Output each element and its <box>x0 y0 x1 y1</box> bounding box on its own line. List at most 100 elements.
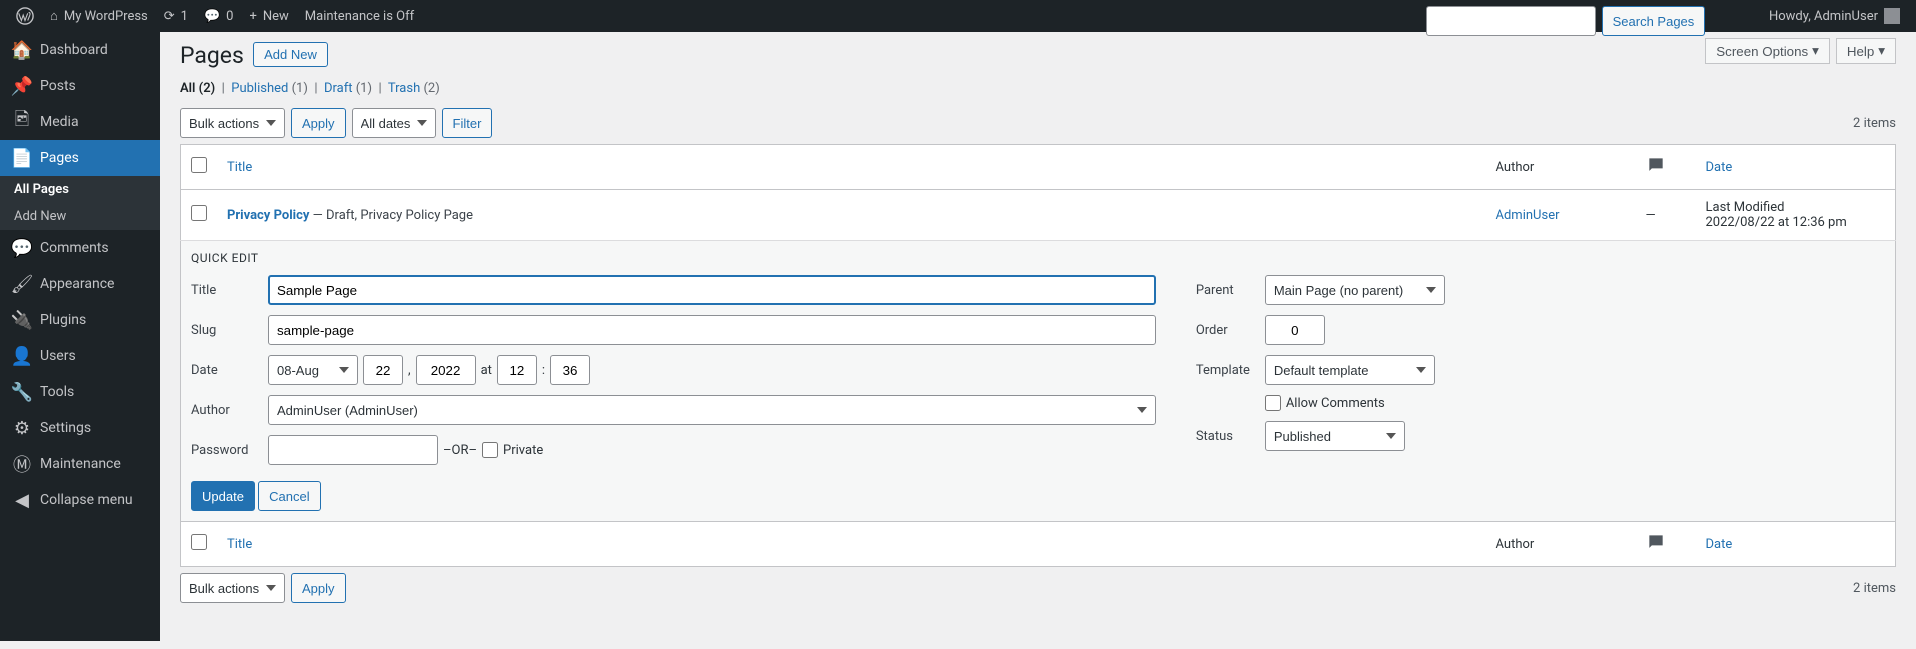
caret-down-icon: ▾ <box>1878 43 1885 59</box>
post-state: — Draft, Privacy Policy Page <box>309 208 473 223</box>
comments-link[interactable]: 💬0 <box>196 0 242 32</box>
cancel-button[interactable]: Cancel <box>258 481 320 511</box>
bulk-apply-button-bottom[interactable]: Apply <box>291 573 346 603</box>
menu-pages[interactable]: 📄Pages <box>0 140 160 176</box>
updates-link[interactable]: ⟳1 <box>156 0 196 32</box>
qe-order-input[interactable] <box>1265 315 1325 345</box>
item-count: 2 items <box>1853 116 1896 131</box>
maintenance-status[interactable]: Maintenance is Off <box>297 0 422 32</box>
row-comments: — <box>1636 190 1696 241</box>
col-date-foot[interactable]: Date <box>1706 537 1733 552</box>
comments-icon: 💬 <box>12 238 32 258</box>
col-author: Author <box>1486 145 1636 190</box>
collapse-icon: ◀ <box>12 490 32 510</box>
menu-dashboard[interactable]: 🏠Dashboard <box>0 32 160 68</box>
menu-users[interactable]: 👤Users <box>0 338 160 374</box>
brush-icon: 🖌 <box>12 274 32 294</box>
qe-allow-comments-checkbox[interactable] <box>1265 395 1281 411</box>
col-date[interactable]: Date <box>1706 160 1733 175</box>
filter-draft[interactable]: Draft <box>324 81 353 96</box>
qe-parent-select[interactable]: Main Page (no parent) <box>1265 275 1445 305</box>
qe-year-input[interactable] <box>416 355 476 385</box>
menu-posts[interactable]: 📌Posts <box>0 68 160 104</box>
select-all-top[interactable] <box>191 157 207 173</box>
menu-maintenance[interactable]: ⓂMaintenance <box>0 446 160 482</box>
row-date: Last Modified2022/08/22 at 12:36 pm <box>1696 190 1896 241</box>
qe-status-select[interactable]: Published <box>1265 421 1405 451</box>
pin-icon: 📌 <box>12 76 32 96</box>
bulk-action-select[interactable]: Bulk actions <box>180 108 285 138</box>
qe-title-input[interactable] <box>268 275 1156 305</box>
col-title-foot[interactable]: Title <box>227 537 252 552</box>
pages-icon: 📄 <box>12 148 32 168</box>
bulk-action-select-bottom[interactable]: Bulk actions <box>180 573 285 603</box>
qe-author-select[interactable]: AdminUser (AdminUser) <box>268 395 1156 425</box>
site-name-link[interactable]: ⌂My WordPress <box>42 0 156 32</box>
quick-edit-row: QUICK EDIT Title Slug <box>181 241 1896 522</box>
qe-slug-label: Slug <box>191 323 263 338</box>
menu-tools[interactable]: 🔧Tools <box>0 374 160 410</box>
comment-icon: 💬 <box>204 9 220 24</box>
my-account-link[interactable]: Howdy, AdminUser <box>1761 0 1908 32</box>
qe-minute-input[interactable] <box>550 355 590 385</box>
menu-comments[interactable]: 💬Comments <box>0 230 160 266</box>
menu-plugins[interactable]: 🔌Plugins <box>0 302 160 338</box>
filter-trash[interactable]: Trash <box>388 81 420 96</box>
qe-password-label: Password <box>191 443 263 458</box>
menu-appearance[interactable]: 🖌Appearance <box>0 266 160 302</box>
submenu-add-new[interactable]: Add New <box>0 203 160 230</box>
submenu-all-pages[interactable]: All Pages <box>0 176 160 203</box>
menu-settings[interactable]: ⚙Settings <box>0 410 160 446</box>
plus-icon: + <box>249 9 256 24</box>
qe-author-label: Author <box>191 403 263 418</box>
qe-password-input[interactable] <box>268 435 438 465</box>
qe-parent-label: Parent <box>1196 283 1260 298</box>
select-all-bottom[interactable] <box>191 534 207 550</box>
update-button[interactable]: Update <box>191 481 255 511</box>
plug-icon: 🔌 <box>12 310 32 330</box>
media-icon: 🖻 <box>12 112 32 132</box>
qe-order-label: Order <box>1196 323 1260 338</box>
sliders-icon: ⚙ <box>12 418 32 438</box>
qe-hour-input[interactable] <box>497 355 537 385</box>
qe-private-label: Private <box>503 443 543 458</box>
filter-button[interactable]: Filter <box>442 108 493 138</box>
col-comments-foot[interactable] <box>1636 522 1696 567</box>
qe-slug-input[interactable] <box>268 315 1156 345</box>
or-label: –OR– <box>443 443 477 458</box>
row-checkbox[interactable] <box>191 205 207 221</box>
qe-status-label: Status <box>1196 429 1260 444</box>
bulk-apply-button[interactable]: Apply <box>291 108 346 138</box>
qe-private-checkbox[interactable] <box>482 442 498 458</box>
col-title[interactable]: Title <box>227 160 252 175</box>
qe-month-select[interactable]: 08-Aug <box>268 355 358 385</box>
help-button[interactable]: Help ▾ <box>1836 38 1896 64</box>
wp-logo[interactable] <box>8 0 42 32</box>
filter-all[interactable]: All (2) <box>180 81 215 96</box>
table-row: Privacy Policy — Draft, Privacy Policy P… <box>181 190 1896 241</box>
menu-media[interactable]: 🖻Media <box>0 104 160 140</box>
new-content-link[interactable]: +New <box>241 0 296 32</box>
date-filter-select[interactable]: All dates <box>352 108 436 138</box>
home-icon: ⌂ <box>50 8 58 24</box>
collapse-menu[interactable]: ◀Collapse menu <box>0 482 160 518</box>
add-new-page-button[interactable]: Add New <box>253 42 328 67</box>
screen-options-button[interactable]: Screen Options ▾ <box>1705 38 1830 64</box>
qe-date-label: Date <box>191 363 263 378</box>
row-author-link[interactable]: AdminUser <box>1496 208 1560 223</box>
row-title-link[interactable]: Privacy Policy <box>227 208 309 223</box>
search-input[interactable] <box>1426 6 1596 36</box>
filter-published[interactable]: Published <box>231 81 288 96</box>
qe-allow-comments-label: Allow Comments <box>1286 396 1385 411</box>
col-comments[interactable] <box>1636 145 1696 190</box>
search-pages-button[interactable]: Search Pages <box>1602 6 1706 36</box>
qe-template-select[interactable]: Default template <box>1265 355 1435 385</box>
wrench-icon: 🔧 <box>12 382 32 402</box>
status-filters: All (2) | Published (1) | Draft (1) | Tr… <box>180 81 1896 96</box>
quick-edit-legend: QUICK EDIT <box>191 251 1885 265</box>
page-title: Pages <box>180 42 244 69</box>
dashboard-icon: 🏠 <box>12 40 32 60</box>
caret-down-icon: ▾ <box>1812 43 1819 59</box>
col-author-foot: Author <box>1486 522 1636 567</box>
qe-day-input[interactable] <box>363 355 403 385</box>
